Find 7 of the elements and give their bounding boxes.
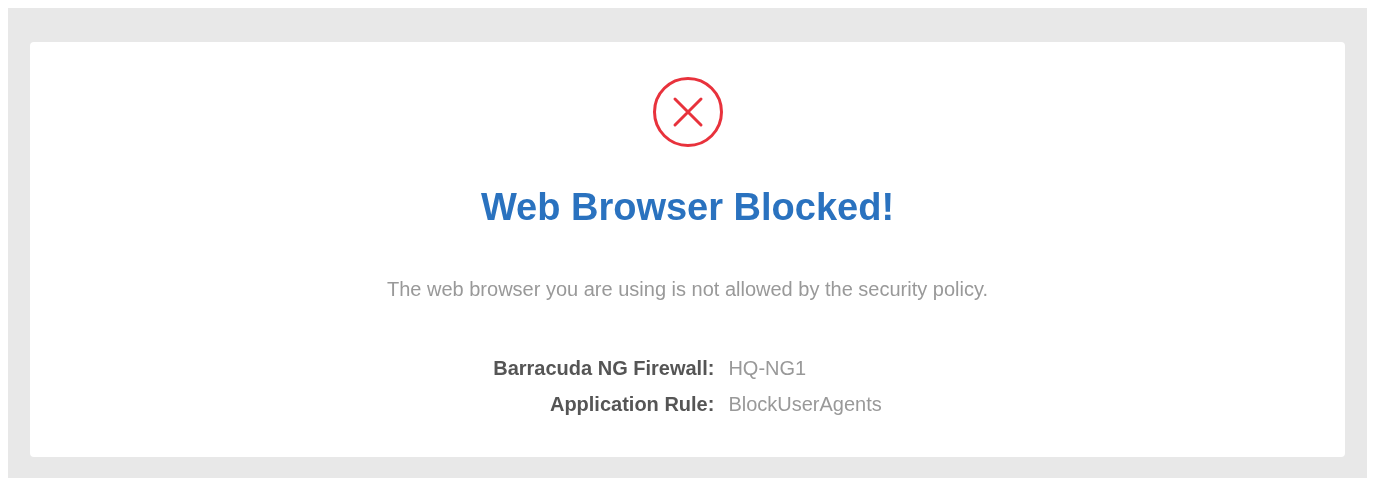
page-title: Web Browser Blocked!	[480, 185, 895, 230]
detail-value: BlockUserAgents	[728, 391, 882, 417]
detail-label: Barracuda NG Firewall:	[493, 355, 715, 381]
detail-label: Application Rule:	[548, 391, 715, 417]
detail-value: HQ-NG1	[728, 355, 808, 381]
message-text: The web browser you are using is not allowed by the security policy.	[386, 276, 988, 302]
error-icon	[651, 76, 724, 148]
